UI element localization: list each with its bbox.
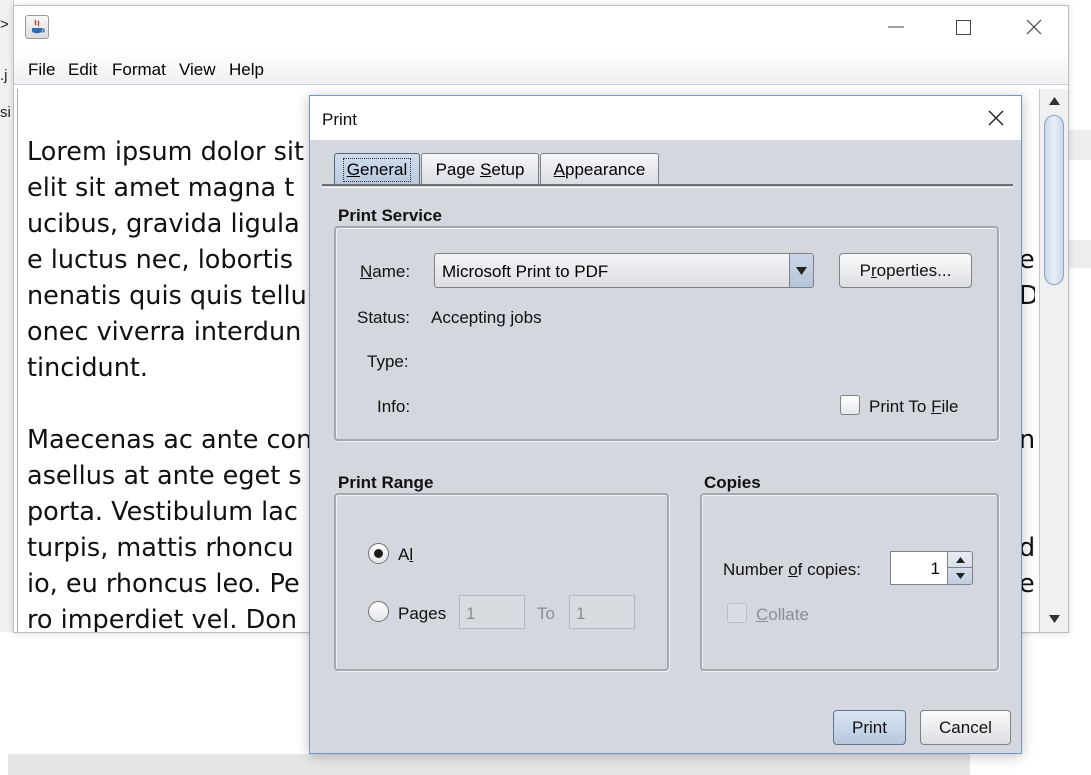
text-line: io, eu rhoncus leo. Pe — [27, 569, 300, 599]
tab-appearance[interactable]: Appearance — [540, 153, 659, 185]
text-line: Maecenas ac ante con — [27, 425, 313, 455]
maximize-button[interactable] — [928, 6, 998, 48]
status-label: Status: — [357, 308, 410, 327]
collate-label: Collate — [756, 605, 809, 624]
spinner-up-icon[interactable] — [948, 552, 972, 568]
copies-input[interactable]: 1 — [890, 551, 948, 585]
all-radio[interactable] — [368, 543, 389, 564]
pages-label[interactable]: Pages — [398, 604, 446, 624]
vertical-scrollbar[interactable] — [1039, 89, 1068, 632]
text-line: asellus at ante eget s — [27, 461, 302, 491]
window-close-button[interactable] — [999, 6, 1069, 48]
printer-select[interactable]: Microsoft Print to PDF — [434, 253, 814, 288]
background-window-right — [1068, 0, 1091, 632]
number-of-copies-label: Number of copies: — [723, 560, 861, 579]
background-fragment: > — [0, 16, 9, 33]
copies-spinner[interactable] — [947, 551, 973, 585]
text-line: ucibus, gravida ligula — [27, 209, 300, 239]
pages-from-field[interactable]: 1 — [459, 595, 525, 629]
dialog-close-button[interactable] — [981, 105, 1011, 131]
cancel-button[interactable]: Cancel — [920, 710, 1011, 745]
text-line: Lorem ipsum dolor sit — [27, 137, 305, 167]
dialog-title-bar: Print — [310, 96, 1021, 140]
status-value: Accepting jobs — [431, 308, 542, 327]
copies-heading: Copies — [704, 473, 761, 492]
text-line: elit sit amet magna t — [27, 173, 295, 203]
printer-select-value: Microsoft Print to PDF — [442, 262, 609, 281]
spinner-down-icon[interactable] — [948, 568, 972, 584]
menu-bar: File Edit Format View Help — [14, 51, 1068, 85]
chevron-down-icon[interactable] — [789, 254, 813, 287]
print-range-heading: Print Range — [338, 473, 434, 492]
all-label[interactable]: Al — [398, 545, 413, 565]
menu-edit[interactable]: Edit — [68, 60, 97, 80]
minimize-button[interactable] — [861, 6, 931, 48]
java-cup-icon — [25, 15, 49, 39]
scroll-down-arrow-icon[interactable] — [1040, 609, 1069, 629]
close-icon — [988, 110, 1004, 126]
text-line: onec viverra interdun — [27, 317, 302, 347]
tab-separator — [322, 184, 1013, 188]
menu-view[interactable]: View — [179, 60, 216, 80]
pages-radio[interactable] — [368, 601, 389, 622]
tab-page-setup[interactable]: Page Setup — [421, 153, 539, 185]
print-button[interactable]: Print — [833, 710, 906, 745]
scroll-up-arrow-icon[interactable] — [1040, 91, 1069, 111]
print-to-file-label[interactable]: Print To File — [869, 397, 958, 417]
menu-file[interactable]: File — [28, 60, 55, 80]
pages-to-field[interactable]: 1 — [569, 595, 635, 629]
to-label: To — [537, 604, 555, 623]
menu-format[interactable]: Format — [112, 60, 166, 80]
collate-checkbox[interactable] — [727, 603, 747, 623]
text-line: nenatis quis quis tellu — [27, 281, 307, 311]
scrollbar-thumb[interactable] — [1044, 115, 1064, 285]
print-dialog: Print General Page Setup Appearance Prin… — [309, 95, 1022, 754]
background-scrollbar — [8, 754, 970, 775]
text-line: porta. Vestibulum lac — [27, 497, 298, 527]
name-label: Name: — [360, 262, 411, 281]
text-line: ro imperdiet vel. Don — [27, 605, 298, 632]
print-range-group — [334, 493, 669, 671]
text-line: turpis, mattis rhoncu — [27, 533, 294, 563]
dialog-title: Print — [322, 110, 357, 129]
title-bar — [14, 6, 1068, 51]
background-window-edge: > .j si — [0, 0, 14, 632]
text-line: e luctus nec, lobortis — [27, 245, 294, 275]
print-to-file-checkbox[interactable] — [840, 395, 860, 415]
properties-button[interactable]: Pr operties... — [839, 253, 972, 288]
info-label: Info: — [377, 397, 411, 416]
menu-help[interactable]: Help — [229, 60, 264, 80]
tab-general[interactable]: General — [334, 153, 420, 185]
background-fragment: si — [0, 104, 11, 121]
print-service-heading: Print Service — [338, 206, 442, 225]
text-line: tincidunt. — [27, 353, 148, 383]
background-fragment: .j — [0, 67, 8, 84]
type-label: Type: — [367, 352, 409, 371]
